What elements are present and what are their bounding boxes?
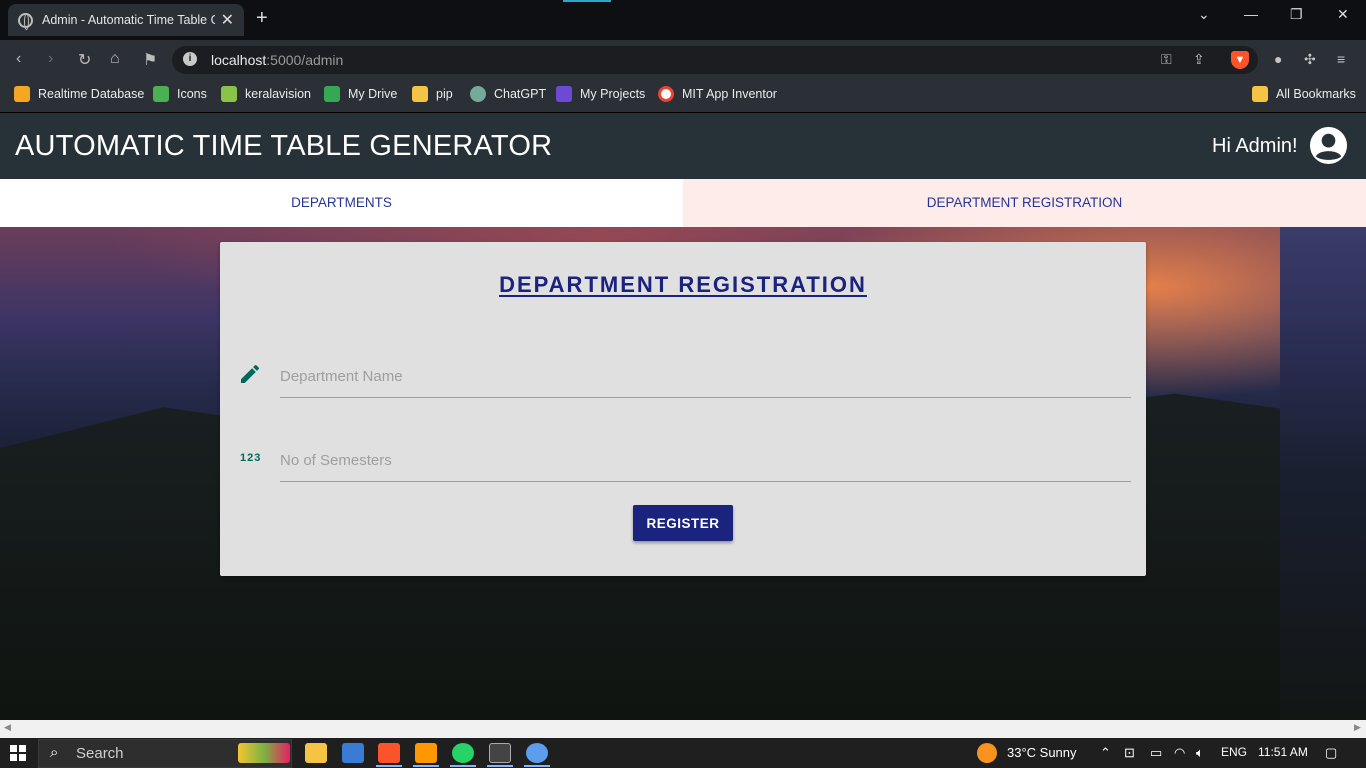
department-name-input[interactable] xyxy=(280,361,1131,391)
settings-app-icon[interactable] xyxy=(526,743,548,763)
form-heading: DEPARTMENT REGISTRATION xyxy=(499,272,867,297)
brave-browser-icon[interactable] xyxy=(378,743,400,763)
screen: Admin - Automatic Time Table G ✕ + ⌄ — ❐… xyxy=(0,0,1366,768)
reload-icon[interactable]: ↻ xyxy=(78,50,91,70)
tab-search-chevron-icon[interactable]: ⌄ xyxy=(1198,6,1210,23)
search-icon: ⌕ xyxy=(50,744,59,761)
google-icon xyxy=(658,86,674,102)
bookmark-pip[interactable]: pip xyxy=(412,86,453,102)
bookmark-icon[interactable]: ⚑ xyxy=(143,50,157,70)
restore-icon[interactable]: ❐ xyxy=(1290,6,1303,23)
tab-department-registration[interactable]: DEPARTMENT REGISTRATION xyxy=(683,179,1366,227)
bookmark-mit-app-inventor[interactable]: MIT App Inventor xyxy=(658,86,777,102)
globe-icon xyxy=(18,12,33,30)
taskbar-search-label: Search xyxy=(76,745,124,762)
windows-start-icon[interactable] xyxy=(10,745,26,761)
back-arrow-icon[interactable]: ‹ xyxy=(16,50,21,68)
department-name-underline xyxy=(280,397,1131,398)
clock[interactable]: 11:51 AM xyxy=(1258,745,1308,759)
close-tab-icon[interactable]: ✕ xyxy=(221,10,234,30)
bookmark-label: Realtime Database xyxy=(38,87,145,101)
google-drive-icon xyxy=(324,86,340,102)
bookmark-label: ChatGPT xyxy=(494,87,547,101)
bookmark-my-drive[interactable]: My Drive xyxy=(324,86,397,102)
scroll-right-icon[interactable]: ▶ xyxy=(1354,722,1361,733)
active-app-indicator xyxy=(376,765,402,767)
bookmark-realtime-database[interactable]: Realtime Database xyxy=(14,86,144,102)
bookmark-label: My Drive xyxy=(348,87,398,101)
numeric-123-icon: 123 xyxy=(240,452,262,464)
semesters-input[interactable] xyxy=(280,445,1131,475)
folder-icon xyxy=(1252,86,1268,102)
keralavision-icon xyxy=(221,86,237,102)
share-icon[interactable]: ⇪ xyxy=(1193,51,1205,68)
language-indicator[interactable]: ENG xyxy=(1221,745,1247,759)
extensions-icon[interactable]: ✣ xyxy=(1304,51,1316,68)
wallet-icon[interactable]: ● xyxy=(1274,51,1282,67)
bookmark-label: My Projects xyxy=(580,87,646,101)
all-bookmarks-label: All Bookmarks xyxy=(1276,87,1356,101)
brave-shield-icon[interactable]: ▼ xyxy=(1231,51,1249,69)
menu-icon[interactable]: ≡ xyxy=(1337,51,1345,67)
icons-site-icon xyxy=(153,86,169,102)
admin-greeting: Hi Admin! xyxy=(1212,135,1298,157)
running-indicator xyxy=(487,765,513,767)
folder-icon xyxy=(412,86,428,102)
bookmark-label: MIT App Inventor xyxy=(682,87,777,101)
tray-chevron-up-icon[interactable]: ⌃ xyxy=(1100,745,1111,761)
scrollbar-thumb[interactable] xyxy=(0,720,1366,738)
minimize-icon[interactable]: — xyxy=(1244,6,1258,22)
wifi-icon[interactable]: ◠ xyxy=(1174,745,1185,761)
app-tabs: DEPARTMENTS DEPARTMENT REGISTRATION xyxy=(0,179,1366,227)
window-close-icon[interactable]: ✕ xyxy=(1337,6,1349,23)
url-text[interactable]: localhost:5000/admin xyxy=(211,52,343,68)
bookmark-icons[interactable]: Icons xyxy=(153,86,207,102)
battery-icon[interactable]: ▭ xyxy=(1150,745,1162,761)
file-explorer-icon[interactable] xyxy=(305,743,327,763)
terminal-icon[interactable] xyxy=(489,743,511,763)
bookmark-chatgpt[interactable]: ChatGPT xyxy=(470,86,546,102)
running-indicator xyxy=(524,765,550,767)
semesters-underline xyxy=(280,481,1131,482)
tab-departments[interactable]: DEPARTMENTS xyxy=(0,179,683,227)
browser-tab-admin[interactable]: Admin - Automatic Time Table G ✕ xyxy=(8,4,244,36)
weather-sun-icon xyxy=(977,743,997,763)
new-tab-icon[interactable]: + xyxy=(256,7,268,30)
chatgpt-icon xyxy=(470,86,486,102)
whatsapp-icon[interactable] xyxy=(452,743,474,763)
url-path: :5000/admin xyxy=(266,52,344,68)
bookmark-keralavision[interactable]: keralavision xyxy=(221,86,311,102)
keyboard-app-icon[interactable] xyxy=(342,743,364,763)
forward-arrow-icon[interactable]: › xyxy=(48,50,53,68)
projects-icon xyxy=(556,86,572,102)
background-right-strip xyxy=(1280,227,1366,720)
bookmark-label: Icons xyxy=(177,87,207,101)
tab-strip-accent xyxy=(563,0,611,2)
pencil-icon xyxy=(241,364,260,383)
volume-icon[interactable]: 🔈︎ xyxy=(1196,745,1204,761)
register-button[interactable]: REGISTER xyxy=(633,505,733,541)
running-indicator xyxy=(413,765,439,767)
notifications-icon[interactable]: ▢ xyxy=(1325,745,1337,761)
home-icon[interactable]: ⌂ xyxy=(110,50,120,68)
security-icon[interactable]: ⊡ xyxy=(1124,745,1135,761)
bookmark-label: pip xyxy=(436,87,453,101)
mardi-gras-mask-icon xyxy=(238,743,290,763)
all-bookmarks[interactable]: All Bookmarks xyxy=(1252,86,1356,102)
app-title: AUTOMATIC TIME TABLE GENERATOR xyxy=(15,130,553,162)
bookmark-label: keralavision xyxy=(245,87,312,101)
key-icon[interactable]: ⚿ xyxy=(1161,51,1172,68)
firebase-icon xyxy=(14,86,30,102)
weather-text[interactable]: 33°C Sunny xyxy=(1007,745,1077,760)
running-indicator xyxy=(450,765,476,767)
bookmark-my-projects[interactable]: My Projects xyxy=(556,86,645,102)
account-circle-icon[interactable] xyxy=(1309,126,1348,165)
browser-tab-title: Admin - Automatic Time Table G xyxy=(42,13,215,27)
site-info-icon[interactable]: i xyxy=(183,52,197,66)
scroll-left-icon[interactable]: ◀ xyxy=(4,722,11,733)
url-host: localhost xyxy=(211,52,267,68)
sublime-text-icon[interactable] xyxy=(415,743,437,763)
